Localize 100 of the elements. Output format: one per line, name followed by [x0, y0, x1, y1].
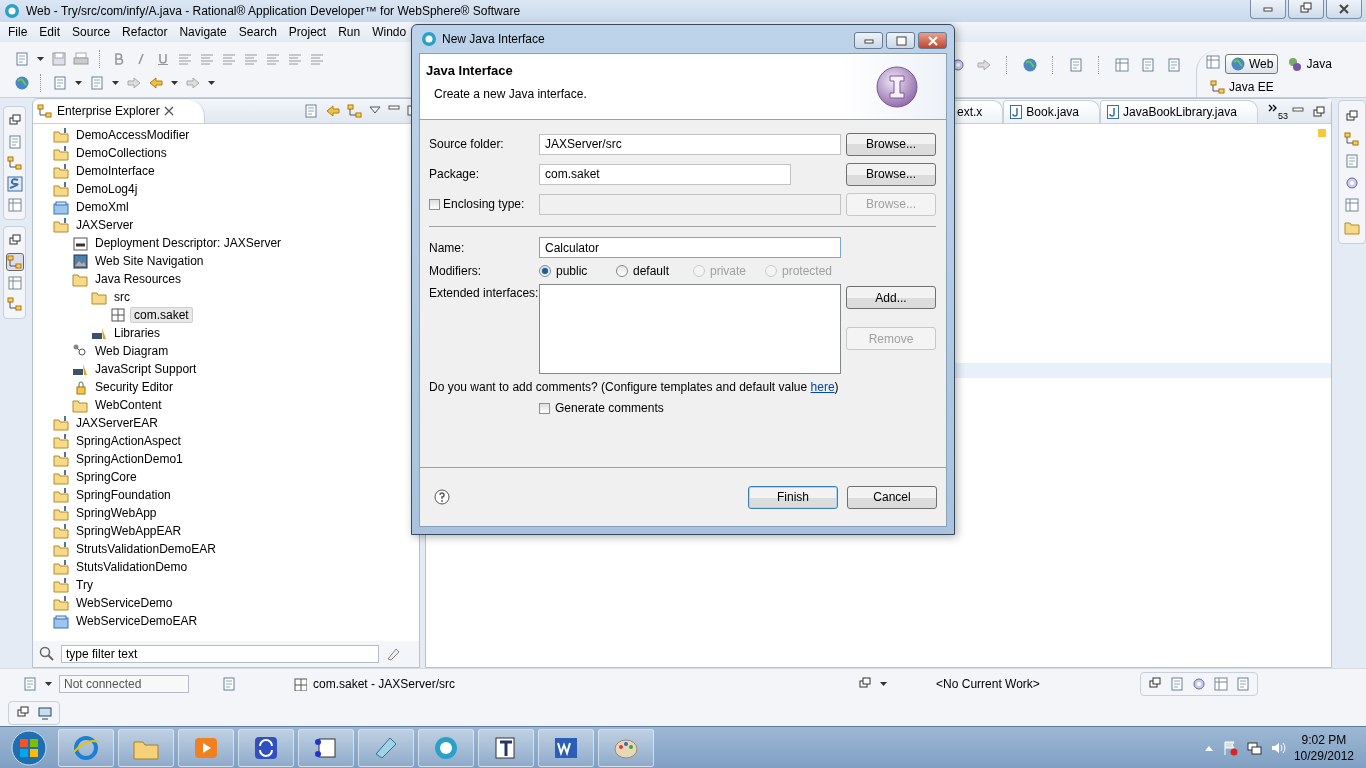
caret-icon[interactable] — [111, 78, 120, 88]
tree-item[interactable]: Security Editor — [92, 380, 177, 394]
radio-button[interactable] — [539, 264, 551, 277]
tree-item[interactable]: Libraries — [111, 326, 164, 340]
globe-icon[interactable] — [1022, 57, 1038, 73]
menu-item[interactable]: Source — [66, 25, 117, 39]
tree-item[interactable]: SpringActionAspect — [73, 434, 184, 448]
tree-item[interactable]: DemoLog4j — [73, 182, 141, 196]
new-file-icon[interactable] — [14, 51, 30, 67]
menu-item[interactable]: Refactor — [116, 25, 174, 39]
tree-icon[interactable] — [6, 254, 23, 270]
maximize-button[interactable] — [886, 32, 915, 49]
minimize-button[interactable] — [1250, 0, 1286, 19]
radio-option[interactable]: public — [539, 263, 616, 278]
monitor-icon[interactable] — [37, 704, 53, 721]
filter-field[interactable]: type filter text — [61, 645, 379, 663]
radio-option[interactable]: default — [616, 263, 693, 278]
new-file-icon[interactable] — [1140, 57, 1156, 73]
perspective-button[interactable]: Java — [1282, 54, 1337, 74]
close-button[interactable] — [1326, 0, 1362, 19]
tree-item[interactable]: StutsValidationDemo — [73, 560, 191, 574]
menu-item[interactable]: Run — [332, 25, 367, 39]
tree-item[interactable]: com.saket — [130, 307, 193, 323]
editor-tab[interactable]: Book.java — [1003, 100, 1101, 123]
tree-item[interactable]: SpringFoundation — [73, 488, 174, 502]
tree-item[interactable]: src — [111, 290, 133, 304]
browse-button[interactable]: Browse... — [846, 162, 936, 186]
tree-item[interactable]: SpringCore — [73, 470, 140, 484]
tree-item[interactable]: Web Site Navigation — [92, 254, 207, 268]
tree-item[interactable]: JAXServerEAR — [73, 416, 162, 430]
perspective-button[interactable]: Web — [1225, 54, 1279, 74]
text-align-icon[interactable] — [177, 51, 193, 67]
close-button[interactable] — [918, 32, 947, 49]
snippet-icon[interactable] — [6, 176, 23, 192]
more-tabs-button[interactable]: 53 — [1267, 103, 1288, 123]
minimize-button[interactable] — [854, 32, 883, 49]
checkbox-label[interactable]: Generate comments — [555, 401, 664, 415]
tree-item[interactable]: WebContent — [92, 398, 165, 412]
tree-item[interactable]: Deployment Descriptor: JAXServer — [92, 236, 285, 250]
generate-comments-checkbox[interactable] — [539, 402, 550, 414]
underline-icon[interactable] — [155, 51, 171, 67]
new-file-icon[interactable] — [1166, 57, 1182, 73]
menu-item[interactable]: Search — [232, 25, 283, 39]
show-hidden-icon[interactable] — [1203, 744, 1214, 752]
taskbar-button[interactable] — [298, 729, 354, 767]
menu-item[interactable]: Navigate — [173, 25, 233, 39]
tree-item[interactable]: DemoCollections — [73, 146, 170, 160]
tree-item[interactable]: JavaScript Support — [92, 362, 200, 376]
menu-item[interactable]: File — [2, 25, 34, 39]
text-align-icon[interactable] — [287, 51, 303, 67]
dialog-button[interactable]: Cancel — [847, 485, 937, 509]
text-align-icon[interactable] — [199, 51, 215, 67]
open-perspective-icon[interactable] — [1205, 54, 1221, 70]
restore-icon[interactable] — [1311, 105, 1325, 119]
name-field[interactable]: Calculator — [539, 237, 841, 258]
tree-item[interactable]: SpringActionDemo1 — [73, 452, 186, 466]
tree-item[interactable]: WebServiceDemoEAR — [73, 614, 201, 628]
tree-icon[interactable] — [347, 103, 363, 119]
caret-icon[interactable] — [74, 78, 83, 88]
caret-icon[interactable] — [207, 78, 216, 88]
menu-item[interactable]: Project — [282, 25, 333, 39]
text-field[interactable]: JAXServer/src — [539, 133, 841, 155]
caret-icon[interactable] — [879, 679, 889, 689]
list-button[interactable]: Add... — [846, 286, 936, 309]
text-align-icon[interactable] — [221, 51, 237, 67]
caret-icon[interactable] — [44, 679, 53, 689]
text-align-icon[interactable] — [265, 51, 281, 67]
tree-item[interactable]: SpringWebApp — [73, 506, 160, 520]
radio-button[interactable] — [616, 264, 628, 277]
taskbar-button[interactable] — [478, 729, 534, 767]
help-icon[interactable] — [434, 489, 450, 505]
taskbar-button[interactable] — [538, 729, 594, 767]
browse-button[interactable]: Browse... — [846, 132, 936, 156]
tree-item[interactable]: Web Diagram — [92, 344, 172, 358]
templates-link[interactable]: here — [810, 380, 835, 394]
print-icon[interactable] — [73, 51, 89, 67]
minimize-icon[interactable] — [1291, 105, 1305, 115]
tree-item[interactable]: DemoXml — [73, 200, 132, 214]
menu-item[interactable]: Windo — [366, 25, 413, 39]
volume-icon[interactable] — [1269, 740, 1286, 756]
caret-icon[interactable] — [36, 54, 45, 64]
menu-item[interactable]: Edit — [33, 25, 67, 39]
outline-icon[interactable] — [6, 296, 23, 312]
tree-item[interactable]: StrutsValidationDemoEAR — [73, 542, 219, 556]
text-field[interactable]: com.saket — [539, 163, 791, 185]
taskbar-button[interactable] — [238, 729, 294, 767]
tasks-icon[interactable] — [1344, 153, 1360, 169]
flag-icon[interactable] — [1221, 740, 1238, 756]
new-icon[interactable] — [221, 676, 237, 692]
perspective-button[interactable]: Java EE — [1205, 77, 1279, 97]
tree-item[interactable]: Java Resources — [92, 272, 185, 286]
text-align-icon[interactable] — [243, 51, 259, 67]
dialog-button[interactable]: Finish — [748, 485, 838, 509]
tree-icon[interactable] — [6, 155, 23, 171]
tree-item[interactable]: WebServiceDemo — [73, 596, 176, 610]
clear-icon[interactable] — [385, 646, 401, 662]
tree-item[interactable]: JAXServer — [73, 218, 137, 232]
view-tab[interactable]: Enterprise Explorer — [33, 99, 205, 123]
forward-arrow-icon[interactable] — [185, 75, 201, 91]
outline-icon[interactable] — [1344, 131, 1360, 147]
